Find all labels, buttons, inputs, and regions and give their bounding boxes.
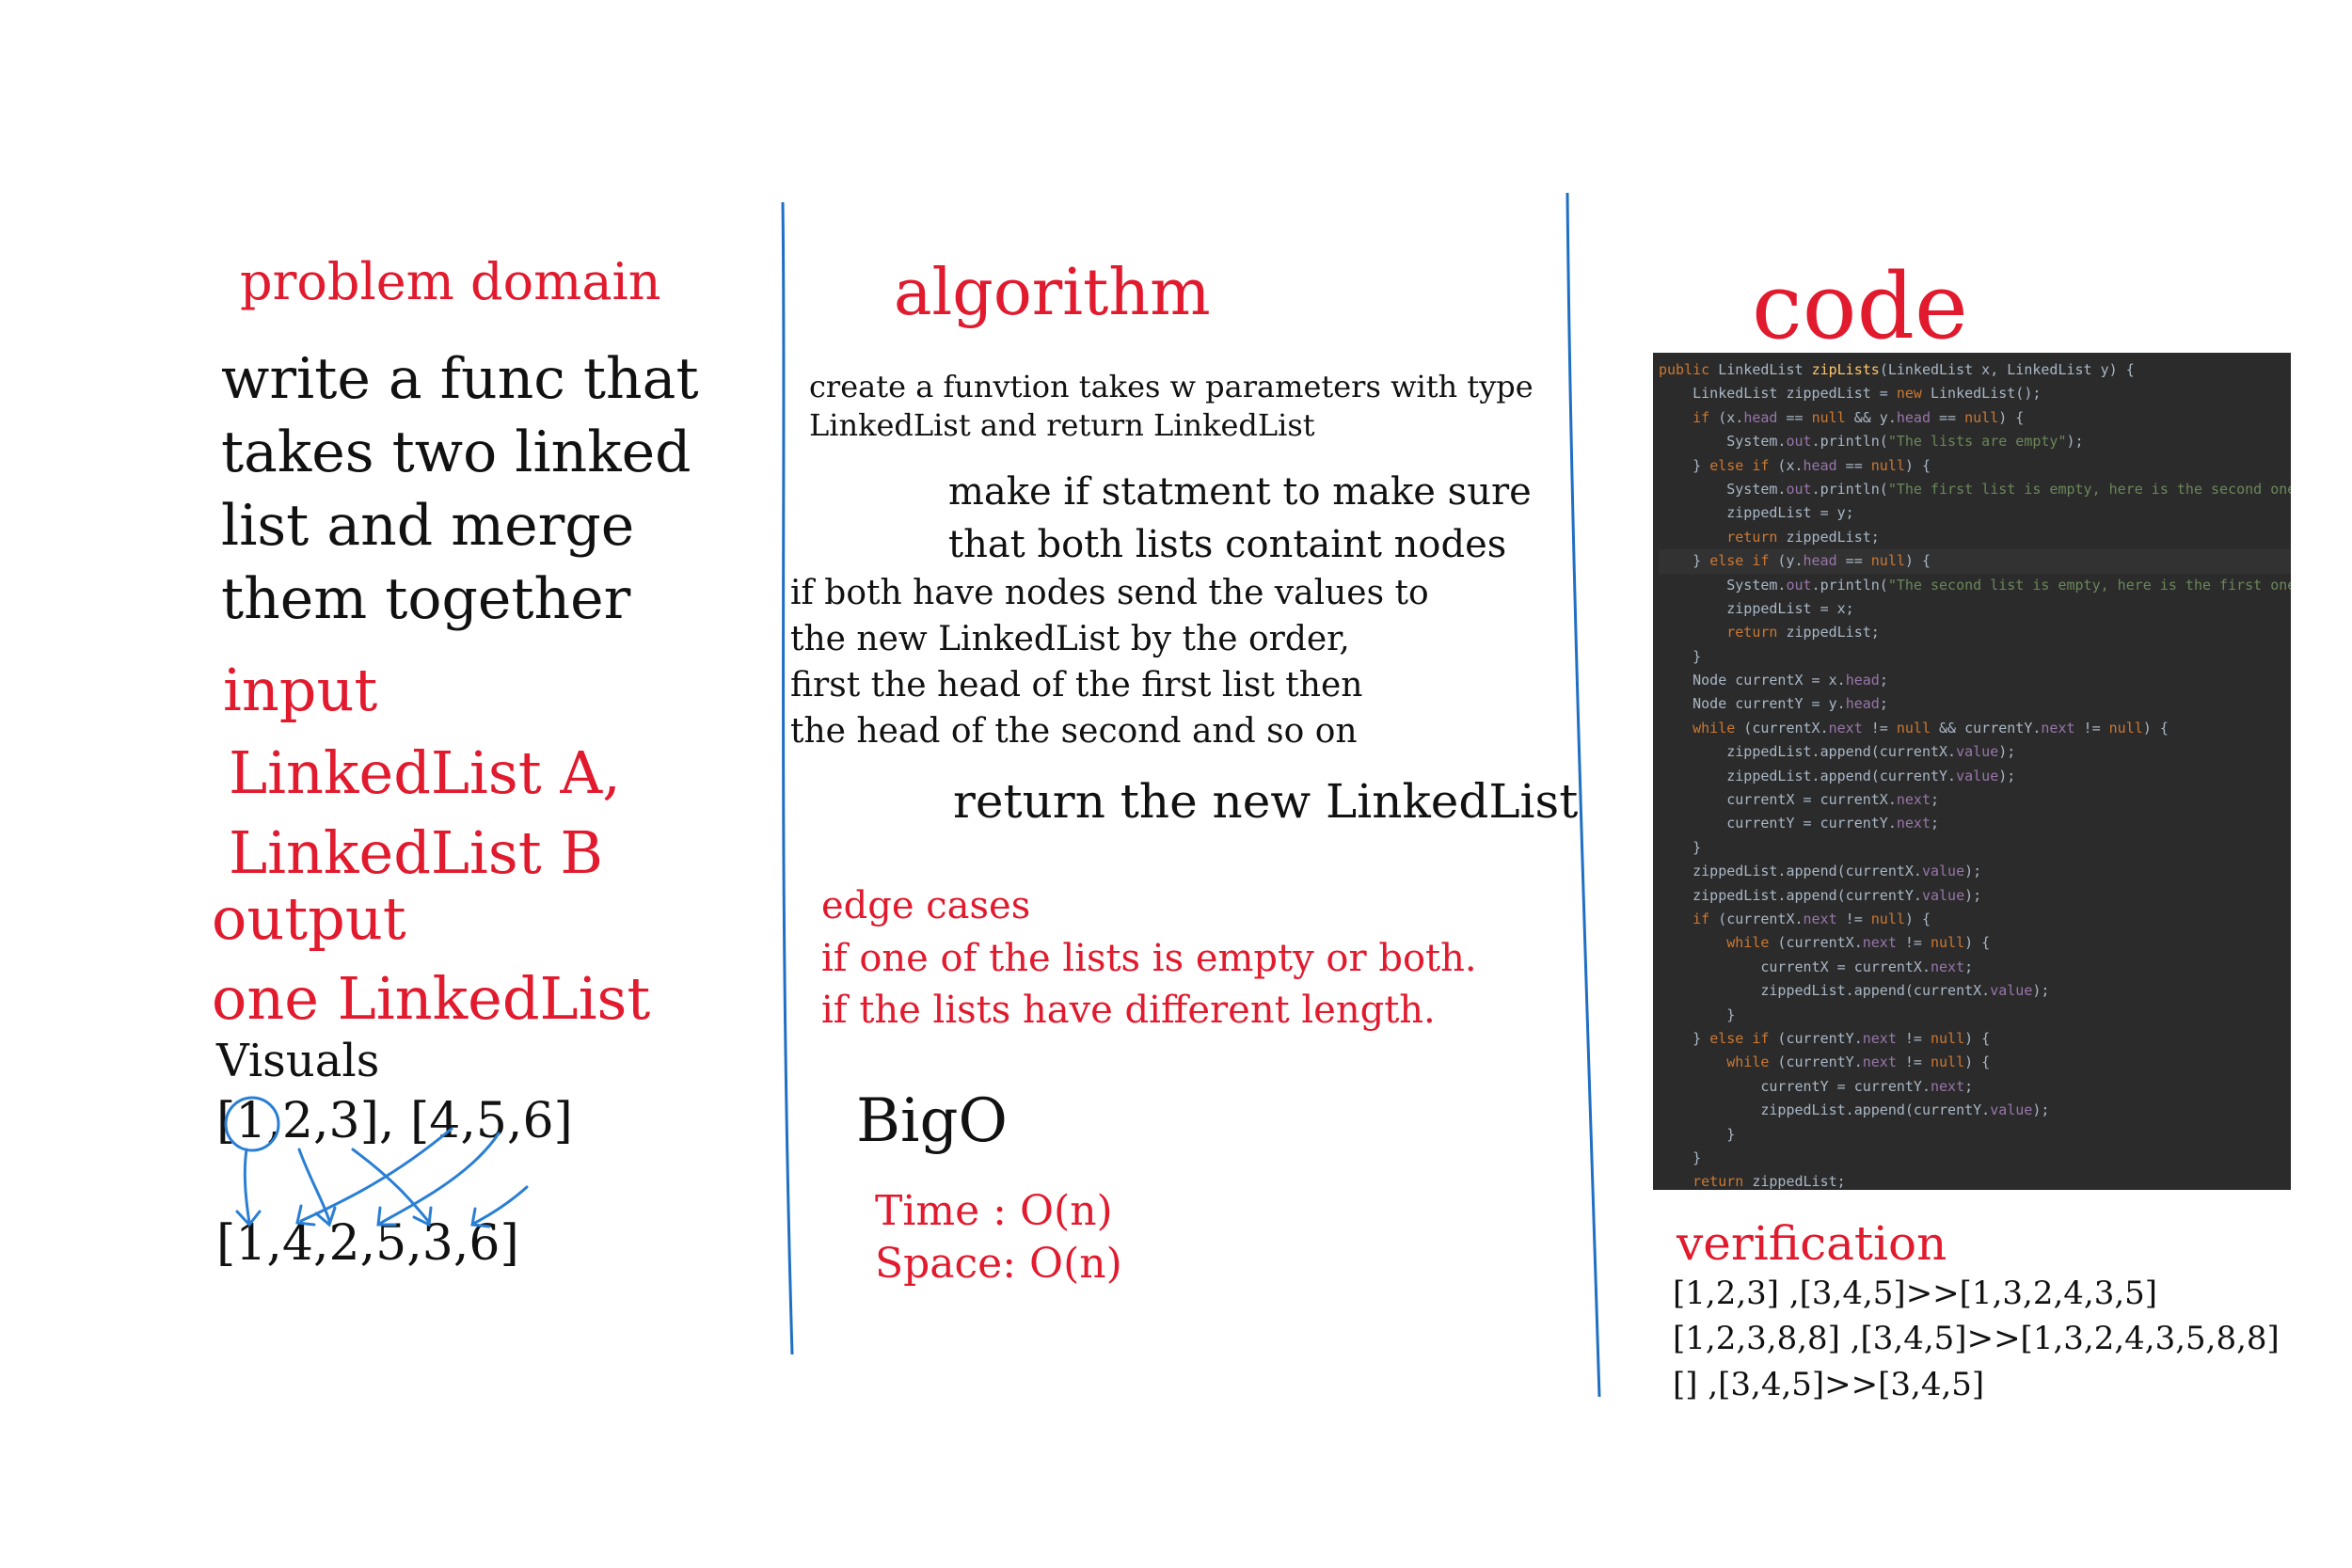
code-line: zippedList.append(currentY.value); <box>1659 886 1982 904</box>
code-line: while (currentX.next != null) { <box>1726 934 1991 952</box>
algorithm-step1-line-2: LinkedList and return LinkedList <box>809 407 1315 443</box>
algorithm-step4: return the new LinkedList <box>953 774 1579 829</box>
code-line: } else if (y.head == null) { <box>1659 549 2291 574</box>
code-line: while (currentX.next != null && currentY… <box>1692 719 2169 736</box>
code-line: zippedList.append(currentY.value); <box>1659 767 2016 784</box>
code-line: Node currentX = x.head; <box>1659 672 1888 689</box>
big-o-space: Space: O(n) <box>875 1240 1122 1288</box>
code-line: } <box>1659 838 1702 856</box>
code-line: if (currentX.next != null) { <box>1692 910 1931 927</box>
highlight-circle-icon <box>224 1096 280 1152</box>
code-line: currentX = currentX.next; <box>1659 791 1940 809</box>
arrow-3-icon <box>351 1148 433 1227</box>
algorithm-heading: algorithm <box>894 256 1211 330</box>
code-line: System.out.println("The lists are empty"… <box>1659 433 2084 451</box>
code-line: } else if (x.head == null) { <box>1659 456 1931 474</box>
code-line: zippedList.append(currentX.value); <box>1659 743 2016 761</box>
code-line: Node currentY = y.head; <box>1659 695 1888 713</box>
algorithm-step2-line-2: that both lists containt nodes <box>948 523 1507 566</box>
arrow-1-icon <box>235 1148 262 1227</box>
edge-case-line-2: if the lists have different length. <box>821 989 1436 1032</box>
code-line: return zippedList; <box>1726 528 1880 546</box>
arrow-4-icon <box>295 1127 453 1227</box>
code-line: System.out.println("The second list is e… <box>1659 576 2291 594</box>
code-heading: code <box>1752 254 1968 359</box>
code-line: zippedList = x; <box>1659 599 1854 617</box>
big-o-time: Time : O(n) <box>875 1187 1113 1235</box>
code-line: LinkedList zippedList = new LinkedList()… <box>1659 385 2042 403</box>
code-line: } <box>1659 1125 1736 1143</box>
algorithm-step1-line-1: create a funvtion takes w parameters wit… <box>809 369 1534 404</box>
code-line: zippedList.append(currentX.value); <box>1659 982 2050 1000</box>
code-line: public LinkedList zipLists(LinkedList x,… <box>1659 361 2135 378</box>
algorithm-step2-line-1: make if statment to make sure <box>948 470 1532 514</box>
verification-heading: verification <box>1677 1216 1947 1271</box>
code-line: currentY = currentY.next; <box>1659 815 1940 832</box>
code-screenshot: public LinkedList zipLists(LinkedList x,… <box>1653 353 2291 1190</box>
verification-line-2: [1,2,3,8,8] ,[3,4,5]>>[1,3,2,4,3,5,8,8] <box>1673 1320 2280 1357</box>
code-line: zippedList.append(currentY.value); <box>1659 1101 2050 1119</box>
code-line: System.out.println("The first list is em… <box>1659 480 2291 498</box>
verification-line-3: [] ,[3,4,5]>>[3,4,5] <box>1673 1366 1985 1403</box>
big-o-heading: BigO <box>856 1086 1008 1156</box>
code-line: return zippedList; <box>1692 1173 1846 1190</box>
code-line: while (currentY.next != null) { <box>1726 1053 1991 1071</box>
arrow-5-icon <box>376 1132 501 1227</box>
code-line: } <box>1659 1148 1702 1166</box>
code-line: zippedList.append(currentX.value); <box>1659 863 1982 880</box>
algorithm-step3-line-2: the new LinkedList by the order, <box>790 620 1350 658</box>
code-line: } <box>1659 647 1702 665</box>
code-line: currentX = currentX.next; <box>1659 958 1974 975</box>
arrow-6-icon <box>470 1185 529 1228</box>
algorithm-step3-line-1: if both have nodes send the values to <box>790 574 1429 612</box>
code-line: } <box>1659 1006 1736 1023</box>
edge-cases-heading: edge cases <box>821 884 1031 927</box>
code-lines: public LinkedList zipLists(LinkedList x,… <box>1659 358 2291 1190</box>
code-line: if (x.head == null && y.head == null) { <box>1692 408 2025 426</box>
code-line: return zippedList; <box>1726 624 1880 641</box>
code-line: zippedList = y; <box>1659 504 1854 522</box>
algorithm-step3-line-3: first the head of the first list then <box>790 666 1363 705</box>
code-line: currentY = currentY.next; <box>1659 1077 1974 1095</box>
code-line: } else if (currentY.next != null) { <box>1659 1029 1991 1047</box>
algorithm-step3-line-4: the head of the second and so on <box>790 712 1358 751</box>
verification-line-1: [1,2,3] ,[3,4,5]>>[1,3,2,4,3,5] <box>1673 1275 2158 1312</box>
edge-case-line-1: if one of the lists is empty or both. <box>821 937 1477 980</box>
